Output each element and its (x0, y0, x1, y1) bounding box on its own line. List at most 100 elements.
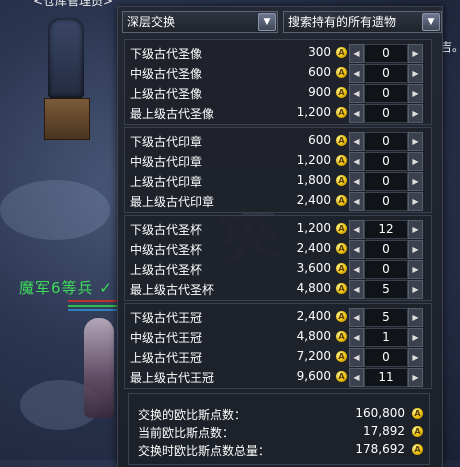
left-arrow-icon[interactable]: ◀ (349, 152, 364, 171)
right-arrow-icon[interactable]: ▶ (408, 132, 423, 151)
quantity-field[interactable]: 12 (364, 220, 408, 239)
quantity-field[interactable]: 0 (364, 192, 408, 211)
right-arrow-icon[interactable]: ▶ (408, 280, 423, 299)
item-name: 上级古代王冠 (130, 351, 203, 365)
quantity-field[interactable]: 0 (364, 84, 408, 103)
right-arrow-icon[interactable]: ▶ (408, 368, 423, 387)
left-arrow-icon[interactable]: ◀ (349, 132, 364, 151)
quantity-stepper: ◀ 0 ▶ (349, 172, 423, 191)
list-item: 最上级古代印章 2,400 A ◀ 0 ▶ (125, 190, 431, 212)
left-arrow-icon[interactable]: ◀ (349, 172, 364, 191)
right-arrow-icon[interactable]: ▶ (408, 260, 423, 279)
quantity-stepper: ◀ 0 ▶ (349, 84, 423, 103)
offscreen-text: 吉。 (440, 40, 460, 54)
list-item: 上级古代王冠 7,200 A ◀ 0 ▶ (125, 346, 431, 368)
right-arrow-icon[interactable]: ▶ (408, 64, 423, 83)
right-arrow-icon[interactable]: ▶ (408, 308, 423, 327)
quantity-field[interactable]: 0 (364, 240, 408, 259)
quantity-field[interactable]: 5 (364, 308, 408, 327)
snow-patch (0, 180, 110, 240)
quantity-field[interactable]: 0 (364, 44, 408, 63)
quantity-field[interactable]: 0 (364, 64, 408, 83)
quantity-field[interactable]: 5 (364, 280, 408, 299)
chevron-down-icon[interactable]: ▼ (258, 13, 276, 31)
list-item: 上级古代圣像 900 A ◀ 0 ▶ (125, 82, 431, 104)
hp-bar (68, 300, 120, 302)
enemy-character[interactable] (84, 318, 114, 418)
list-item: 上级古代圣杯 3,600 A ◀ 0 ▶ (125, 258, 431, 280)
quantity-field[interactable]: 0 (364, 260, 408, 279)
left-arrow-icon[interactable]: ◀ (349, 328, 364, 347)
quantity-field[interactable]: 0 (364, 104, 408, 123)
left-arrow-icon[interactable]: ◀ (349, 192, 364, 211)
right-arrow-icon[interactable]: ▶ (408, 192, 423, 211)
points-summary: 交换的欧比斯点数： 160,800 A 当前欧比斯点数： 17,892 A 交换… (128, 393, 430, 465)
left-arrow-icon[interactable]: ◀ (349, 64, 364, 83)
coin-icon: A (336, 283, 347, 294)
quantity-field[interactable]: 1 (364, 328, 408, 347)
left-arrow-icon[interactable]: ◀ (349, 260, 364, 279)
list-item: 下级古代王冠 2,400 A ◀ 5 ▶ (125, 306, 431, 328)
quantity-stepper: ◀ 5 ▶ (349, 308, 423, 327)
chevron-down-icon[interactable]: ▼ (422, 13, 440, 31)
coin-icon: A (412, 444, 423, 455)
left-arrow-icon[interactable]: ◀ (349, 220, 364, 239)
item-price: 2,400 (296, 193, 331, 207)
list-item: 上级古代印章 1,800 A ◀ 0 ▶ (125, 170, 431, 192)
list-item: 下级古代圣杯 1,200 A ◀ 12 ▶ (125, 218, 431, 240)
quantity-stepper: ◀ 0 ▶ (349, 348, 423, 367)
left-arrow-icon[interactable]: ◀ (349, 104, 364, 123)
left-arrow-icon[interactable]: ◀ (349, 84, 364, 103)
item-name: 下级古代圣像 (130, 47, 203, 61)
right-arrow-icon[interactable]: ▶ (408, 348, 423, 367)
item-price: 4,800 (296, 329, 331, 343)
right-arrow-icon[interactable]: ▶ (408, 172, 423, 191)
exchanged-points-value: 160,800 (355, 406, 405, 420)
left-arrow-icon[interactable]: ◀ (349, 44, 364, 63)
item-price: 2,400 (296, 241, 331, 255)
coin-icon: A (336, 223, 347, 234)
item-name: 上级古代圣像 (130, 87, 203, 101)
list-item: 最上级古代王冠 9,600 A ◀ 11 ▶ (125, 366, 431, 388)
left-arrow-icon[interactable]: ◀ (349, 240, 364, 259)
quantity-stepper: ◀ 11 ▶ (349, 368, 423, 387)
left-arrow-icon[interactable]: ◀ (349, 368, 364, 387)
quantity-field[interactable]: 11 (364, 368, 408, 387)
left-arrow-icon[interactable]: ◀ (349, 308, 364, 327)
right-arrow-icon[interactable]: ▶ (408, 152, 423, 171)
left-arrow-icon[interactable]: ◀ (349, 348, 364, 367)
coin-icon: A (336, 351, 347, 362)
right-arrow-icon[interactable]: ▶ (408, 240, 423, 259)
coin-icon: A (336, 155, 347, 166)
left-arrow-icon[interactable]: ◀ (349, 280, 364, 299)
right-arrow-icon[interactable]: ▶ (408, 104, 423, 123)
filter-bar: 深层交换 ▼ 搜索持有的所有遗物 ▼ (122, 11, 442, 33)
quantity-stepper: ◀ 0 ▶ (349, 260, 423, 279)
list-item: 下级古代圣像 300 A ◀ 0 ▶ (125, 42, 431, 64)
relic-group-crown: 下级古代王冠 2,400 A ◀ 5 ▶ 中级古代王冠 4,800 A ◀ 1 … (124, 303, 432, 389)
filter-dropdown[interactable]: 搜索持有的所有遗物 ▼ (283, 11, 442, 33)
enemy-name: 魔军6等兵 ✓ (19, 279, 113, 297)
item-price: 4,800 (296, 281, 331, 295)
quantity-stepper: ◀ 0 ▶ (349, 64, 423, 83)
quantity-stepper: ◀ 5 ▶ (349, 280, 423, 299)
right-arrow-icon[interactable]: ▶ (408, 328, 423, 347)
quantity-field[interactable]: 0 (364, 152, 408, 171)
right-arrow-icon[interactable]: ▶ (408, 44, 423, 63)
coin-icon: A (336, 311, 347, 322)
list-item: 中级古代圣像 600 A ◀ 0 ▶ (125, 62, 431, 84)
quantity-field[interactable]: 0 (364, 348, 408, 367)
item-name: 最上级古代圣杯 (130, 283, 215, 297)
quantity-field[interactable]: 0 (364, 172, 408, 191)
quantity-field[interactable]: 0 (364, 132, 408, 151)
right-arrow-icon[interactable]: ▶ (408, 84, 423, 103)
exchanged-points-label: 交换的欧比斯点数： (138, 408, 247, 422)
crate-prop (44, 98, 90, 140)
npc-character[interactable] (48, 18, 84, 98)
category-dropdown[interactable]: 深层交换 ▼ (122, 11, 278, 33)
quantity-stepper: ◀ 0 ▶ (349, 240, 423, 259)
category-dropdown-value: 深层交换 (127, 15, 176, 29)
right-arrow-icon[interactable]: ▶ (408, 220, 423, 239)
filter-dropdown-value: 搜索持有的所有遗物 (288, 15, 397, 29)
item-name: 下级古代王冠 (130, 311, 203, 325)
